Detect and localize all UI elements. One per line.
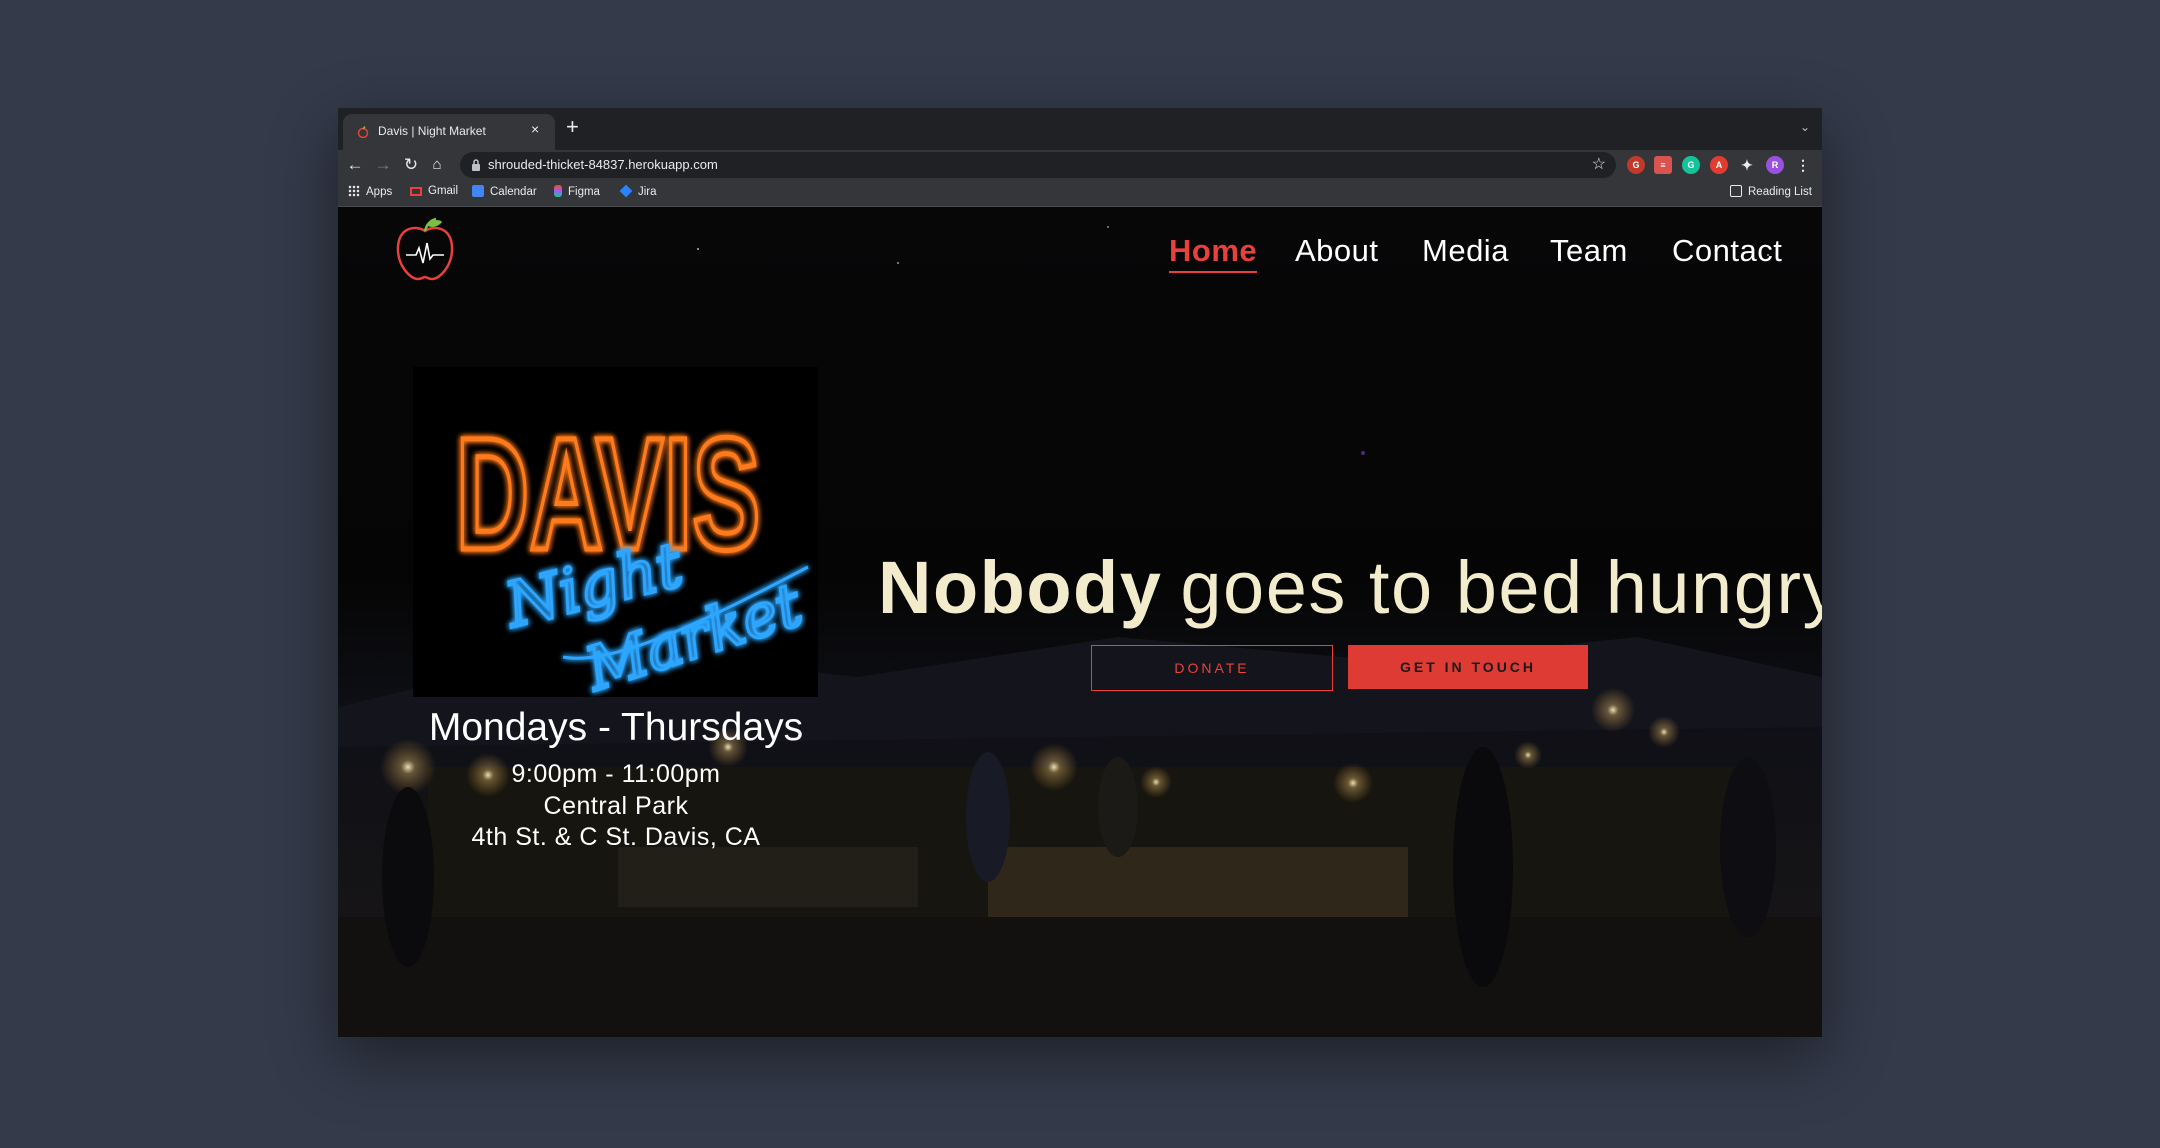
apps-grid-icon — [348, 185, 360, 197]
tab-title: Davis | Night Market — [378, 124, 486, 138]
webpage: Home About Media Team Contact DAVIS Nigh… — [338, 207, 1822, 1037]
puzzle-icon[interactable]: ✦ — [1738, 156, 1756, 174]
browser-tab[interactable]: Davis | Night Market × — [343, 114, 555, 150]
avatar[interactable]: R — [1766, 156, 1784, 174]
reading-list[interactable]: Reading List — [1730, 185, 1812, 198]
home-icon[interactable]: ⌂ — [426, 154, 448, 176]
apple-favicon-icon — [357, 126, 369, 138]
chevron-down-icon[interactable]: ⌄ — [1800, 120, 1810, 134]
lock-icon — [472, 159, 480, 171]
bookmark-gmail[interactable]: Gmail — [410, 185, 458, 197]
adblock-icon[interactable]: A — [1710, 156, 1728, 174]
market-time: 9:00pm - 11:00pm — [511, 760, 721, 788]
bookmark-label: Apps — [366, 186, 393, 198]
browser-window: Davis | Night Market × + ⌄ ← → ↻ ⌂ shrou… — [338, 108, 1822, 1037]
nav-about[interactable]: About — [1295, 233, 1379, 269]
reading-list-label: Reading List — [1748, 186, 1812, 198]
address-bar[interactable]: shrouded-thicket-84837.herokuapp.com ☆ — [460, 152, 1616, 178]
calendar-icon — [472, 185, 484, 197]
close-icon[interactable]: × — [531, 121, 539, 137]
hero-headline: Nobody goes to bed hungry. — [878, 545, 1822, 630]
reload-icon[interactable]: ↻ — [400, 154, 422, 176]
gmail-icon — [410, 187, 422, 196]
market-days: Mondays - Thursdays — [428, 706, 804, 749]
nav-media[interactable]: Media — [1422, 233, 1509, 269]
donate-button[interactable]: DONATE — [1091, 645, 1333, 691]
nav-home[interactable]: Home — [1169, 233, 1258, 273]
menu-icon[interactable]: ⋮ — [1794, 156, 1812, 174]
grammarly-icon[interactable]: G — [1682, 156, 1700, 174]
reading-list-icon — [1730, 185, 1742, 197]
bookmark-label: Figma — [568, 186, 600, 198]
bookmark-calendar[interactable]: Calendar — [472, 185, 537, 198]
bookmark-jira[interactable]: Jira — [619, 184, 657, 198]
nav-contact[interactable]: Contact — [1672, 233, 1782, 269]
apple-logo-icon[interactable] — [394, 217, 456, 283]
headline-bold: Nobody — [878, 546, 1163, 629]
neon-sign-logo: DAVIS Night Market — [413, 367, 818, 697]
toolbar: ← → ↻ ⌂ shrouded-thicket-84837.herokuapp… — [338, 150, 1822, 180]
market-address: 4th St. & C St. Davis, CA — [471, 823, 761, 851]
get-in-touch-button[interactable]: GET IN TOUCH — [1348, 645, 1588, 689]
bookmark-label: Calendar — [490, 186, 537, 198]
jira-icon — [619, 184, 633, 198]
bookmark-apps[interactable]: Apps — [348, 185, 392, 198]
nav-team[interactable]: Team — [1550, 233, 1628, 269]
new-tab-icon[interactable]: + — [566, 116, 579, 138]
bookmarks-bar: Apps Gmail Calendar Figma Jira Reading L… — [338, 180, 1822, 207]
url-text[interactable]: shrouded-thicket-84837.herokuapp.com — [488, 157, 718, 172]
todoist-icon[interactable]: ≡ — [1654, 156, 1672, 174]
extension-icon[interactable]: G — [1627, 156, 1645, 174]
forward-icon[interactable]: → — [372, 154, 394, 176]
market-location: Central Park — [543, 792, 689, 820]
headline-rest: goes to bed hungry. — [1180, 546, 1822, 629]
bookmark-figma[interactable]: Figma — [554, 185, 600, 198]
bookmark-label: Jira — [638, 186, 657, 198]
figma-icon — [554, 185, 562, 197]
tab-strip: Davis | Night Market × + ⌄ — [338, 108, 1822, 150]
bookmark-star-icon[interactable]: ☆ — [1592, 154, 1606, 174]
back-icon[interactable]: ← — [344, 154, 366, 176]
bookmark-label: Gmail — [428, 185, 459, 197]
